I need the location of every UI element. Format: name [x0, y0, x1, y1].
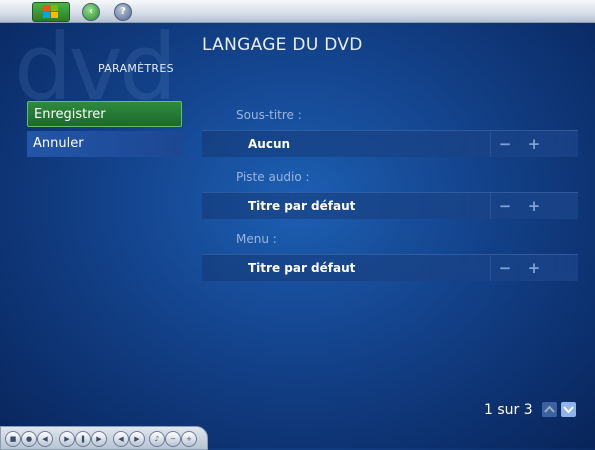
divider — [490, 131, 491, 157]
forward-button[interactable]: ▶ — [91, 431, 107, 447]
menu-language-decrease-button[interactable]: − — [495, 255, 515, 281]
page-title: LANGAGE DU DVD — [202, 35, 363, 55]
menu-language-row[interactable]: Titre par défaut − + — [202, 254, 578, 281]
page-counter: 1 sur 3 — [484, 402, 533, 418]
chevron-down-icon — [563, 406, 574, 414]
previous-button[interactable]: ◀ — [113, 431, 129, 447]
play-icon: ▶ — [64, 435, 70, 443]
record-icon: ● — [25, 435, 33, 443]
minus-icon: − — [170, 435, 176, 443]
next-button[interactable]: ▶ — [129, 431, 145, 447]
volume-up-button[interactable]: + — [181, 431, 197, 447]
page-down-button[interactable] — [561, 402, 576, 417]
record-button[interactable]: ● — [21, 431, 37, 447]
next-icon: ▶ — [134, 435, 140, 443]
volume-down-button[interactable]: − — [165, 431, 181, 447]
subtitle-decrease-button[interactable]: − — [495, 131, 515, 157]
subtitle-value: Aucun — [248, 137, 291, 151]
audio-track-value: Titre par défaut — [248, 199, 356, 213]
subtitle-row[interactable]: Aucun − + — [202, 130, 578, 157]
transport-controls: ■ ● ◀ ▶ ❚ ▶ ◀ ▶ ♪ − + — [0, 426, 208, 450]
plus-icon: + — [186, 435, 192, 443]
audio-track-label: Piste audio : — [236, 170, 310, 184]
chevron-up-icon — [544, 405, 555, 413]
audio-track-increase-button[interactable]: + — [524, 193, 544, 219]
menu-language-label: Menu : — [236, 232, 277, 246]
audio-track-row[interactable]: Titre par défaut − + — [202, 192, 578, 219]
divider — [490, 193, 491, 219]
speaker-icon: ♪ — [154, 435, 160, 443]
rewind-button[interactable]: ◀ — [37, 431, 53, 447]
forward-icon: ▶ — [96, 435, 102, 443]
stop-button[interactable]: ■ — [5, 431, 21, 447]
page-up-button[interactable] — [542, 402, 557, 417]
audio-track-decrease-button[interactable]: − — [495, 193, 515, 219]
rewind-icon: ◀ — [42, 435, 48, 443]
subtitle-increase-button[interactable]: + — [524, 131, 544, 157]
save-button[interactable]: Enregistrer — [27, 101, 182, 127]
mute-button[interactable]: ♪ — [149, 431, 165, 447]
stop-icon: ■ — [9, 435, 17, 443]
menu-language-increase-button[interactable]: + — [524, 255, 544, 281]
pause-button[interactable]: ❚ — [75, 431, 91, 447]
divider — [490, 255, 491, 281]
previous-icon: ◀ — [118, 435, 124, 443]
section-label: PARAMÈTRES — [98, 62, 174, 75]
menu-language-value: Titre par défaut — [248, 261, 356, 275]
subtitle-label: Sous-titre : — [236, 108, 302, 122]
play-button[interactable]: ▶ — [59, 431, 75, 447]
pause-icon: ❚ — [80, 435, 86, 443]
cancel-button[interactable]: Annuler — [27, 131, 182, 157]
